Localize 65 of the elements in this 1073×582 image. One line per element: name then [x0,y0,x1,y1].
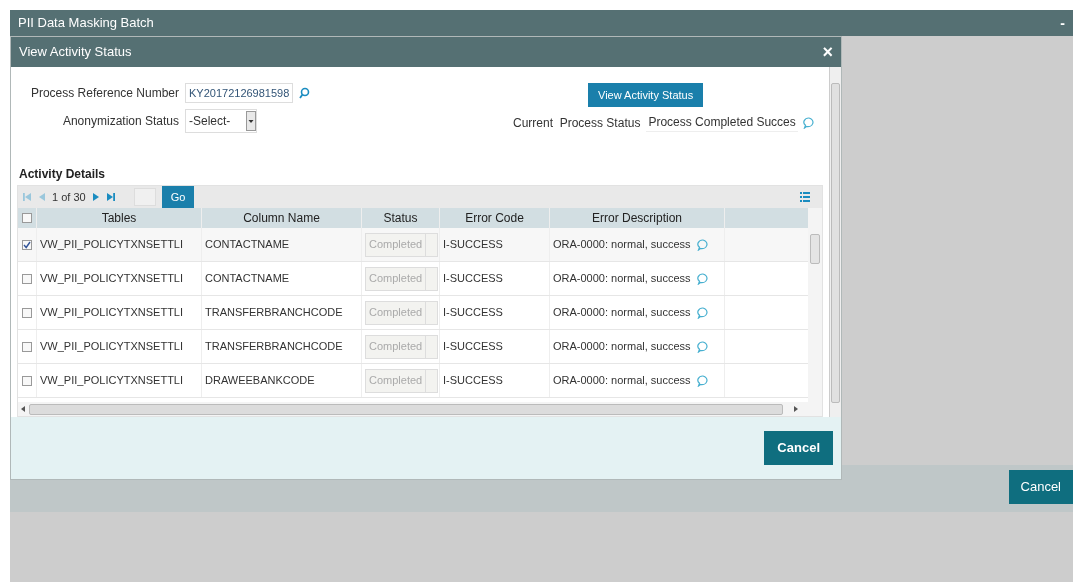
speech-bubble-icon[interactable] [802,116,815,129]
window-title: PII Data Masking Batch [18,14,154,33]
field-label: Current Process Status [513,114,642,132]
process-status-field: Process Completed Succes [646,113,798,133]
speech-bubble-icon[interactable] [696,340,709,353]
table-cell-text: I-SUCCESS [443,339,503,355]
table-cell-text: CONTACTNAME [205,237,290,253]
table-cell-text: I-SUCCESS [443,373,503,389]
list-icon[interactable] [800,192,810,203]
table-cell-text: VW_PII_POLICYTXNSETTLI [40,339,184,355]
reference-field[interactable]: KY20172126981598 [185,83,294,104]
checkbox[interactable] [22,273,32,284]
checkbox[interactable] [22,341,32,352]
vertical-scrollbar[interactable] [829,67,841,418]
column-header: Column Name [243,210,320,228]
table-cell-text: VW_PII_POLICYTXNSETTLI [40,373,184,389]
table-cell-text: VW_PII_POLICYTXNSETTLI [40,237,184,253]
scroll-left-icon[interactable] [21,406,26,413]
cancel-button[interactable]: Cancel [1008,470,1073,504]
table-cell-text: TRANSFERBRANCHCODE [205,305,343,321]
checkbox[interactable] [22,307,32,318]
cancel-button[interactable]: Cancel [764,431,833,465]
page-number-field[interactable] [133,188,156,207]
next-page-icon[interactable] [91,192,100,203]
table-cell-text: ORA-0000: normal, success [553,271,691,287]
column-header: Tables [101,210,137,228]
anonymization-dropdown[interactable]: -Select- [185,109,257,134]
section-title: Activity Details [18,166,107,184]
horizontal-scrollbar[interactable] [29,403,783,415]
checkbox[interactable] [22,239,32,250]
checkbox[interactable] [22,375,32,386]
table-cell-text: I-SUCCESS [443,237,503,253]
speech-bubble-icon[interactable] [696,374,709,387]
column-header: Error Description [592,210,682,228]
minimize-button[interactable]: - [1060,16,1065,30]
table-cell-text: DRAWEEBANKCODE [205,373,315,389]
table-cell-text: VW_PII_POLICYTXNSETTLI [40,305,184,321]
previous-page-icon[interactable] [38,192,46,203]
search-icon[interactable] [299,87,311,100]
table-cell-text: ORA-0000: normal, success [553,237,691,253]
last-page-icon[interactable] [105,192,116,203]
table-cell-text: TRANSFERBRANCHCODE [205,339,343,355]
speech-bubble-icon[interactable] [696,238,709,251]
dialog-title: View Activity Status [19,43,132,62]
speech-bubble-icon[interactable] [696,272,709,285]
go-button[interactable]: Go [161,186,195,209]
table-cell-text: VW_PII_POLICYTXNSETTLI [40,271,184,287]
table-cell-text: I-SUCCESS [443,271,503,287]
close-button[interactable]: × [822,43,833,61]
column-header: Error Code [465,210,524,228]
field-label: Process Reference Number [29,85,180,103]
checkbox[interactable] [22,213,32,224]
table-cell-text: ORA-0000: normal, success [553,305,691,321]
first-page-icon[interactable] [22,192,32,203]
scroll-right-icon[interactable] [793,406,798,413]
field-label: Anonymization Status [61,113,180,131]
table-cell-text: CONTACTNAME [205,271,290,287]
vertical-scrollbar[interactable] [808,208,822,417]
table-cell-text: ORA-0000: normal, success [553,373,691,389]
table-cell-text: ORA-0000: normal, success [553,339,691,355]
column-header: Status [383,210,418,228]
speech-bubble-icon[interactable] [696,306,709,319]
page-indicator: 1 of 30 [52,189,86,205]
table-cell-text: I-SUCCESS [443,305,503,321]
view-activity-status-button[interactable]: View Activity Status [588,83,704,108]
